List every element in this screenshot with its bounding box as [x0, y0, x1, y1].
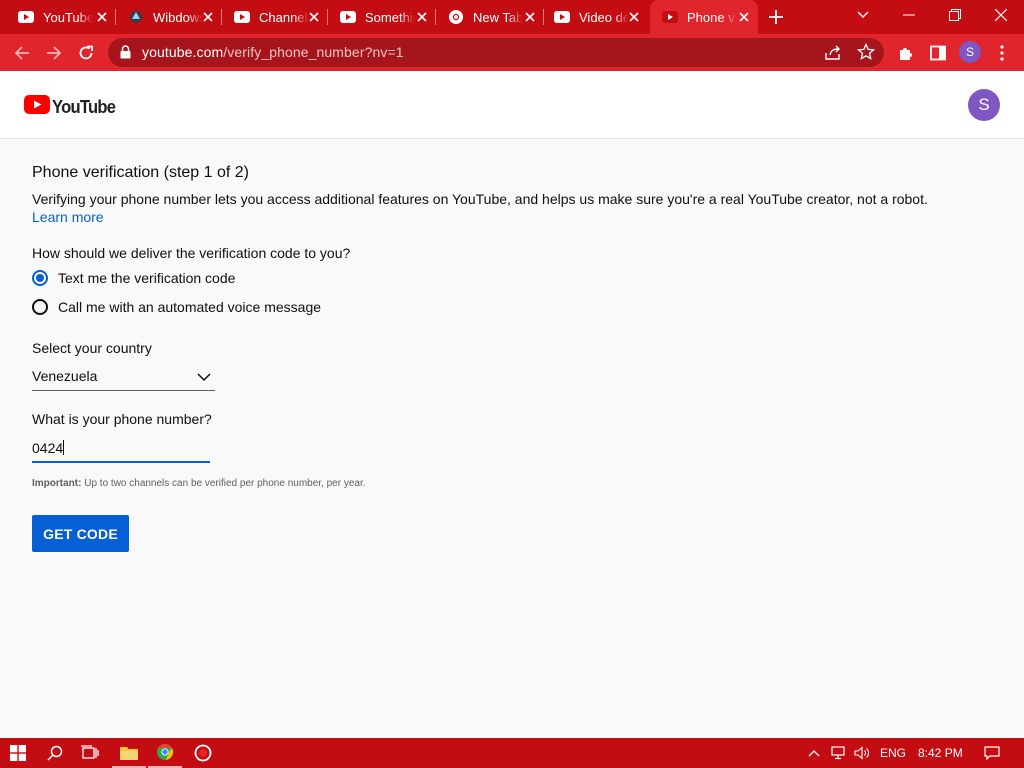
url-path: /verify_phone_number?nv=1	[223, 44, 404, 60]
option-voice-call[interactable]: Call me with an automated voice message	[32, 299, 321, 315]
extensions-puzzle-icon[interactable]	[895, 42, 917, 64]
bookmark-star-icon[interactable]	[856, 42, 876, 66]
youtube-icon	[18, 9, 34, 25]
profile-avatar[interactable]: S	[959, 41, 981, 63]
tab-new-tab[interactable]: New Tab	[436, 0, 544, 34]
tab-title: Channel	[259, 9, 308, 25]
account-avatar[interactable]: S	[968, 89, 1000, 121]
phone-label: What is your phone number?	[32, 411, 212, 427]
description-text: Verifying your phone number lets you acc…	[32, 191, 928, 207]
country-label: Select your country	[32, 340, 152, 356]
clock[interactable]: 8:42 PM	[918, 746, 963, 760]
youtube-icon	[340, 9, 356, 25]
radio-voice-unselected[interactable]	[32, 299, 48, 315]
tab-title: Video de	[579, 9, 629, 25]
forward-arrow-icon[interactable]	[43, 42, 65, 64]
browser-toolbar: youtube.com/verify_phone_number?nv=1 S	[0, 34, 1024, 71]
chevron-down-icon	[197, 369, 211, 385]
tab-strip: YouTube Wibdows Channel Something New Ta…	[0, 0, 1024, 34]
close-tab-icon[interactable]	[522, 9, 538, 25]
delivery-question: How should we deliver the verification c…	[32, 245, 351, 261]
country-select[interactable]: Venezuela	[32, 368, 215, 391]
search-icon[interactable]	[38, 738, 72, 768]
network-icon[interactable]	[828, 738, 850, 768]
url-text: youtube.com/verify_phone_number?nv=1	[142, 44, 404, 60]
menu-kebab-icon[interactable]	[991, 42, 1013, 64]
tab-channel[interactable]: Channel	[222, 0, 328, 34]
phone-value: 0424	[32, 440, 64, 456]
note-text: Up to two channels can be verified per p…	[81, 478, 366, 489]
phone-value-wrap: 0424	[32, 440, 65, 456]
country-value: Venezuela	[32, 368, 98, 384]
close-tab-icon[interactable]	[94, 9, 110, 25]
important-note: Important: Up to two channels can be ver…	[32, 478, 366, 489]
tab-wibdows[interactable]: Wibdows	[116, 0, 222, 34]
restore-icon[interactable]	[932, 0, 978, 30]
chrome-icon	[448, 9, 464, 25]
option-text-message[interactable]: Text me the verification code	[32, 270, 235, 286]
youtube-icon	[662, 9, 678, 25]
address-bar[interactable]: youtube.com/verify_phone_number?nv=1	[108, 38, 884, 67]
page-title: Phone verification (step 1 of 2)	[32, 164, 250, 181]
tab-title: Something	[365, 9, 415, 25]
language-indicator[interactable]: ENG	[880, 746, 906, 760]
tab-phone-verification[interactable]: Phone v	[650, 0, 758, 34]
youtube-wordmark: YouTube	[52, 96, 116, 117]
close-tab-icon[interactable]	[414, 9, 430, 25]
taskbar: ENG 8:42 PM	[0, 738, 1024, 768]
tab-youtube[interactable]: YouTube	[0, 0, 116, 34]
youtube-header: YouTube S	[0, 71, 1024, 139]
reload-icon[interactable]	[75, 42, 97, 64]
option-label: Text me the verification code	[58, 270, 236, 286]
youtube-icon	[234, 9, 250, 25]
share-icon[interactable]	[825, 44, 842, 66]
option-label: Call me with an automated voice message	[58, 299, 322, 315]
close-window-icon[interactable]	[978, 0, 1024, 30]
back-arrow-icon[interactable]	[11, 42, 33, 64]
learn-more-link[interactable]: Learn more	[32, 209, 104, 225]
close-tab-icon[interactable]	[200, 9, 216, 25]
youtube-icon	[554, 9, 570, 25]
notifications-icon[interactable]	[978, 738, 1006, 768]
youtube-play-icon	[24, 95, 50, 119]
tab-search-chevron-icon[interactable]	[840, 0, 886, 30]
recorder-icon[interactable]	[186, 738, 220, 768]
volume-icon[interactable]	[852, 738, 872, 768]
tab-video[interactable]: Video de	[544, 0, 648, 34]
tab-title: Wibdows	[153, 9, 203, 25]
radio-text-selected[interactable]	[32, 270, 48, 286]
note-bold: Important:	[32, 478, 82, 489]
close-tab-icon[interactable]	[626, 9, 642, 25]
phone-number-input[interactable]: 0424	[32, 439, 210, 463]
close-tab-icon[interactable]	[736, 9, 752, 25]
close-tab-icon[interactable]	[306, 9, 322, 25]
chrome-taskbar-icon[interactable]	[148, 738, 182, 768]
task-view-icon[interactable]	[72, 738, 108, 768]
app-icon	[128, 9, 144, 25]
file-explorer-icon[interactable]	[112, 738, 146, 768]
tab-something[interactable]: Something	[328, 0, 436, 34]
get-code-button[interactable]: GET CODE	[32, 515, 129, 552]
text-caret	[63, 440, 65, 455]
lock-icon[interactable]	[120, 45, 131, 64]
url-host: youtube.com	[142, 44, 224, 60]
side-panel-icon[interactable]	[927, 42, 949, 64]
tray-chevron-up-icon[interactable]	[804, 738, 824, 768]
windows-start-icon[interactable]	[0, 738, 36, 768]
tab-title: YouTube	[43, 9, 93, 25]
youtube-logo[interactable]: YouTube	[24, 95, 121, 119]
tab-title: Phone v	[687, 9, 735, 25]
minimize-icon[interactable]	[886, 0, 932, 30]
new-tab-plus-icon[interactable]	[766, 7, 786, 27]
tab-title: New Tab	[473, 9, 523, 25]
